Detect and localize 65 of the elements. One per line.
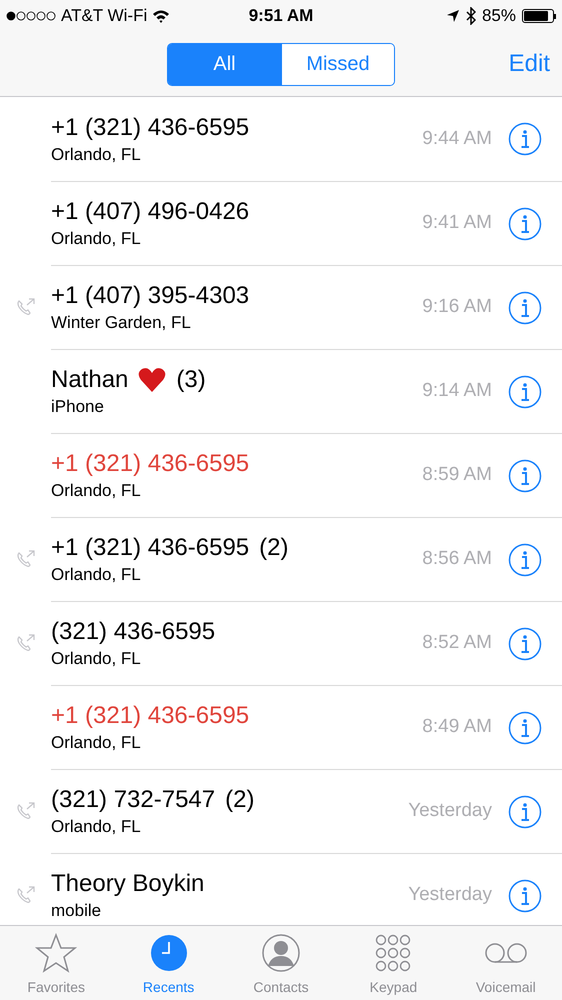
call-row[interactable]: Nathan (3) iPhone 9:14 AM bbox=[0, 349, 562, 433]
call-time: 8:49 AM bbox=[422, 715, 492, 740]
battery-percent: 85% bbox=[482, 5, 516, 28]
caller-location: iPhone bbox=[51, 397, 105, 417]
info-icon[interactable] bbox=[508, 542, 542, 576]
location-arrow-icon bbox=[446, 9, 460, 23]
signal-icon bbox=[6, 11, 56, 21]
bluetooth-icon bbox=[466, 7, 476, 25]
caller-name: Theory Boykin bbox=[51, 870, 204, 898]
caller-location: Orlando, FL bbox=[51, 649, 142, 669]
clock-text: 9:51 AM bbox=[248, 5, 314, 28]
caller-location: Orlando, FL bbox=[51, 733, 142, 753]
carrier-text: AT&T Wi-Fi bbox=[61, 5, 148, 28]
caller-name: +1 (321) 436-6595 bbox=[51, 450, 250, 478]
caller-name: +1 (321) 436-6595 bbox=[51, 114, 250, 142]
info-icon[interactable] bbox=[508, 206, 542, 240]
call-row[interactable]: (321) 436-6595 Orlando, FL 8:52 AM bbox=[0, 601, 562, 685]
call-count: (2) bbox=[225, 786, 254, 814]
call-count: (3) bbox=[176, 366, 206, 394]
caller-location: Orlando, FL bbox=[51, 817, 142, 837]
caller-location: Orlando, FL bbox=[51, 481, 142, 501]
info-icon[interactable] bbox=[508, 878, 542, 912]
caller-location: mobile bbox=[51, 901, 102, 921]
caller-name: +1 (407) 395-4303 bbox=[51, 282, 250, 310]
caller-name: (321) 436-6595 bbox=[51, 618, 216, 646]
info-icon[interactable] bbox=[508, 710, 542, 744]
person-icon bbox=[261, 933, 302, 973]
clock-icon bbox=[148, 933, 189, 973]
call-time: Yesterday bbox=[408, 799, 492, 824]
call-row[interactable]: (321) 732-7547 (2) Orlando, FL Yesterday bbox=[0, 769, 562, 853]
wifi-icon bbox=[152, 9, 170, 23]
caller-name: +1 (407) 496-0426 bbox=[51, 198, 250, 226]
caller-name: Nathan bbox=[51, 366, 128, 394]
call-row[interactable]: +1 (407) 496-0426 Orlando, FL 9:41 AM bbox=[0, 181, 562, 265]
info-icon[interactable] bbox=[508, 794, 542, 828]
call-row[interactable]: +1 (321) 436-6595 (2) Orlando, FL 8:56 AM bbox=[0, 517, 562, 601]
call-time: 8:56 AM bbox=[422, 547, 492, 572]
caller-name: (321) 732-7547 bbox=[51, 786, 216, 814]
call-time: 9:41 AM bbox=[422, 211, 492, 236]
call-row[interactable]: +1 (407) 395-4303 Winter Garden, FL 9:16 AM bbox=[0, 265, 562, 349]
call-row[interactable]: +1 (321) 436-6595 Orlando, FL 8:59 AM bbox=[0, 433, 562, 517]
info-icon[interactable] bbox=[508, 626, 542, 660]
caller-location: Orlando, FL bbox=[51, 229, 142, 249]
call-time: 9:16 AM bbox=[422, 295, 492, 320]
call-time: 9:14 AM bbox=[422, 379, 492, 404]
caller-name: +1 (321) 436-6595 bbox=[51, 534, 250, 562]
call-row[interactable]: +1 (321) 436-6595 Orlando, FL 8:49 AM bbox=[0, 685, 562, 769]
call-time: 9:44 AM bbox=[422, 126, 492, 151]
call-time: 8:52 AM bbox=[422, 631, 492, 656]
info-icon[interactable] bbox=[508, 458, 542, 492]
segment-tab[interactable]: All bbox=[168, 44, 281, 84]
caller-location: Winter Garden, FL bbox=[51, 313, 192, 333]
info-icon[interactable] bbox=[508, 374, 542, 408]
info-icon[interactable] bbox=[508, 122, 542, 156]
segment-tab[interactable]: Missed bbox=[281, 44, 394, 84]
star-icon bbox=[35, 933, 78, 973]
call-time: 8:59 AM bbox=[422, 463, 492, 488]
battery-icon bbox=[522, 9, 556, 23]
caller-name: +1 (321) 436-6595 bbox=[51, 702, 250, 730]
call-count: (2) bbox=[259, 534, 288, 562]
caller-location: Orlando, FL bbox=[51, 144, 142, 164]
caller-location: Orlando, FL bbox=[51, 565, 142, 585]
call-time: Yesterday bbox=[408, 883, 492, 908]
info-icon[interactable] bbox=[508, 290, 542, 324]
call-row[interactable]: +1 (321) 436-6595 Orlando, FL 9:44 AM bbox=[0, 97, 562, 181]
